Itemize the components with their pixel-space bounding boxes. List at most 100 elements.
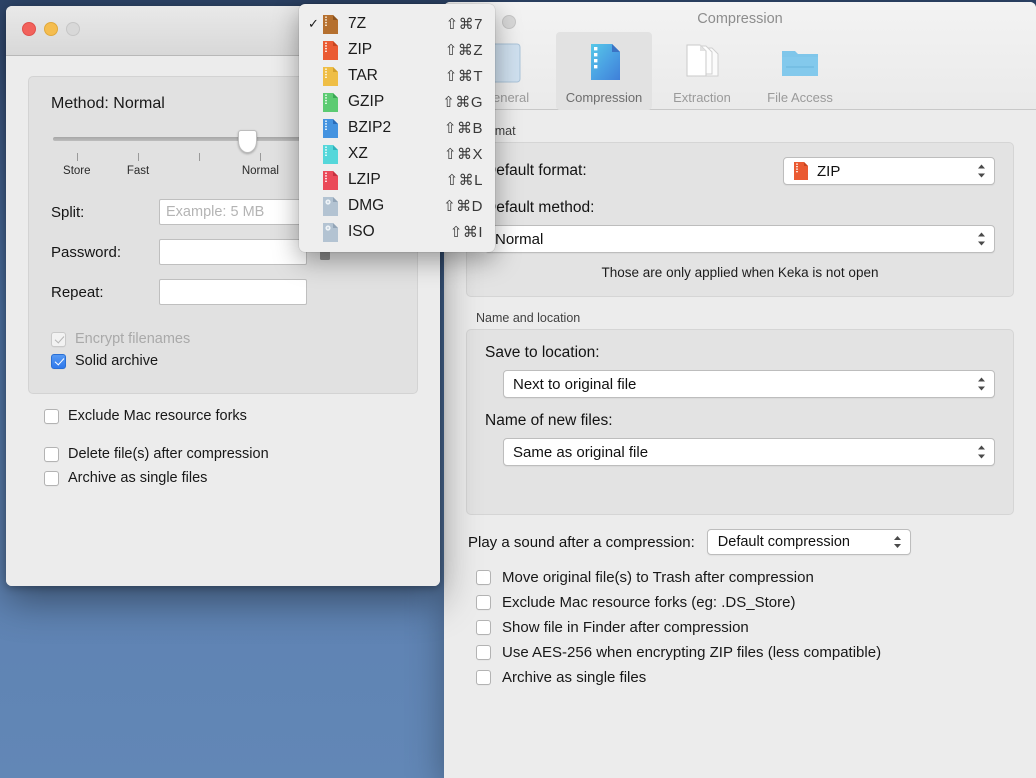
main-options-list: Exclude Mac resource forks Delete file(s… bbox=[28, 394, 418, 486]
option-delete-after-compression[interactable]: Delete file(s) after compression bbox=[44, 446, 404, 462]
menu-item-label: TAR bbox=[348, 67, 378, 84]
menu-item-7z[interactable]: ✓ 7Z ⇧⌘7 bbox=[299, 11, 495, 37]
menu-item-iso[interactable]: ISO ⇧⌘I bbox=[299, 219, 495, 245]
menu-item-shortcut: ⇧⌘X bbox=[443, 146, 483, 163]
sound-value: Default compression bbox=[717, 534, 850, 550]
option-exclude-resource-forks[interactable]: Exclude Mac resource forks (eg: .DS_Stor… bbox=[476, 594, 1014, 611]
password-input[interactable] bbox=[159, 239, 307, 265]
menu-item-label: BZIP2 bbox=[348, 119, 392, 136]
archive-tar-icon bbox=[323, 66, 338, 86]
option-encrypt-filenames: Encrypt filenames bbox=[51, 331, 395, 347]
menu-item-label: ZIP bbox=[348, 41, 373, 58]
default-method-popup[interactable]: Normal bbox=[485, 225, 995, 253]
preferences-titlebar: Compression General Compression Extracti… bbox=[444, 2, 1036, 110]
menu-item-tar[interactable]: TAR ⇧⌘T bbox=[299, 63, 495, 89]
checkbox[interactable] bbox=[476, 645, 491, 660]
menu-item-shortcut: ⇧⌘7 bbox=[445, 16, 483, 33]
archive-zip-icon bbox=[794, 162, 808, 180]
checkbox[interactable] bbox=[476, 670, 491, 685]
option-label: Exclude Mac resource forks (eg: .DS_Stor… bbox=[502, 594, 796, 611]
archive-gzip-icon bbox=[323, 92, 338, 112]
slider-knob[interactable] bbox=[237, 130, 257, 153]
option-label: Solid archive bbox=[75, 353, 159, 369]
sound-popup[interactable]: Default compression bbox=[706, 529, 911, 555]
option-archive-single-files[interactable]: Archive as single files bbox=[44, 470, 404, 486]
checkbox[interactable] bbox=[44, 470, 59, 486]
checkbox[interactable] bbox=[476, 570, 491, 585]
tab-extraction-label: Extraction bbox=[673, 90, 731, 105]
slider-label-fast: Fast bbox=[126, 165, 150, 177]
option-label: Archive as single files bbox=[68, 470, 208, 486]
save-location-popup[interactable]: Next to original file bbox=[503, 370, 995, 398]
archive-7z-icon bbox=[323, 14, 338, 34]
chevron-updown-icon bbox=[978, 377, 985, 391]
option-label: Move original file(s) to Trash after com… bbox=[502, 569, 814, 586]
name-location-group: Name and location Save to location: Next… bbox=[466, 311, 1014, 515]
menu-item-lzip[interactable]: LZIP ⇧⌘L bbox=[299, 167, 495, 193]
menu-item-dmg[interactable]: DMG ⇧⌘D bbox=[299, 193, 495, 219]
option-exclude-resource-forks[interactable]: Exclude Mac resource forks bbox=[44, 408, 404, 424]
option-label: Exclude Mac resource forks bbox=[68, 408, 247, 424]
menu-item-zip[interactable]: ZIP ⇧⌘Z bbox=[299, 37, 495, 63]
name-new-files-popup[interactable]: Same as original file bbox=[503, 438, 995, 466]
disk-iso-icon bbox=[323, 222, 338, 242]
checkbox bbox=[51, 331, 66, 347]
option-show-in-finder[interactable]: Show file in Finder after compression bbox=[476, 619, 1014, 636]
option-label: Delete file(s) after compression bbox=[68, 446, 269, 462]
tab-file-access[interactable]: File Access bbox=[752, 32, 848, 110]
default-format-label: Default format: bbox=[485, 162, 587, 179]
menu-item-label: LZIP bbox=[348, 171, 381, 188]
menu-item-shortcut: ⇧⌘B bbox=[443, 120, 483, 137]
close-button[interactable] bbox=[22, 22, 36, 36]
compression-icon bbox=[591, 44, 620, 80]
default-format-popup[interactable]: ZIP bbox=[783, 157, 995, 185]
window-controls bbox=[22, 22, 80, 36]
save-location-label: Save to location: bbox=[485, 344, 600, 361]
format-group-box: Default format: ZIP Default method: Norm… bbox=[466, 142, 1014, 297]
tab-extraction[interactable]: Extraction bbox=[654, 32, 750, 110]
menu-item-label: XZ bbox=[348, 145, 368, 162]
tab-compression-label: Compression bbox=[565, 90, 643, 105]
extraction-icon bbox=[686, 44, 719, 77]
repeat-input[interactable] bbox=[159, 279, 307, 305]
option-archive-single-files[interactable]: Archive as single files bbox=[476, 669, 1014, 686]
menu-item-shortcut: ⇧⌘D bbox=[443, 198, 483, 215]
checkbox[interactable] bbox=[44, 408, 59, 424]
check-icon: ✓ bbox=[308, 16, 319, 31]
option-use-aes-256[interactable]: Use AES-256 when encrypting ZIP files (l… bbox=[476, 644, 1014, 661]
menu-item-label: 7Z bbox=[348, 15, 367, 32]
menu-item-label: GZIP bbox=[348, 93, 385, 110]
format-group-title: Format bbox=[476, 124, 516, 138]
option-label: Encrypt filenames bbox=[75, 331, 191, 347]
menu-item-label: ISO bbox=[348, 223, 375, 240]
format-hint: Those are only applied when Keka is not … bbox=[601, 265, 879, 280]
zoom-button[interactable] bbox=[66, 22, 80, 36]
minimize-button[interactable] bbox=[44, 22, 58, 36]
checkbox[interactable] bbox=[51, 353, 66, 369]
checkbox[interactable] bbox=[476, 595, 491, 610]
tab-compression[interactable]: Compression bbox=[556, 32, 652, 110]
menu-item-xz[interactable]: XZ ⇧⌘X bbox=[299, 141, 495, 167]
menu-item-gzip[interactable]: GZIP ⇧⌘G bbox=[299, 89, 495, 115]
password-label: Password: bbox=[51, 243, 122, 261]
chevron-updown-icon bbox=[978, 445, 985, 459]
format-group: Format Default format: ZIP Default metho… bbox=[466, 124, 1014, 297]
menu-item-label: DMG bbox=[348, 197, 385, 214]
default-method-value: Normal bbox=[495, 230, 544, 248]
menu-item-shortcut: ⇧⌘I bbox=[449, 224, 483, 241]
checkbox[interactable] bbox=[44, 446, 59, 462]
option-solid-archive[interactable]: Solid archive bbox=[51, 353, 395, 369]
chevron-updown-icon bbox=[978, 164, 985, 178]
format-dropdown-menu[interactable]: ✓ 7Z ⇧⌘7 ZIP ⇧⌘Z TAR ⇧⌘T GZIP ⇧⌘G BZIP2 … bbox=[299, 4, 495, 252]
default-format-row: Default format: ZIP bbox=[485, 157, 995, 185]
compression-pane: Format Default format: ZIP Default metho… bbox=[444, 110, 1036, 778]
menu-item-shortcut: ⇧⌘L bbox=[445, 172, 483, 189]
menu-item-bzip2[interactable]: BZIP2 ⇧⌘B bbox=[299, 115, 495, 141]
preferences-toolbar: General Compression Extraction File Acce… bbox=[458, 32, 1022, 110]
checkbox[interactable] bbox=[476, 620, 491, 635]
chevron-updown-icon bbox=[978, 232, 985, 246]
option-move-to-trash[interactable]: Move original file(s) to Trash after com… bbox=[476, 569, 1014, 586]
menu-item-shortcut: ⇧⌘T bbox=[444, 68, 483, 85]
menu-item-shortcut: ⇧⌘G bbox=[442, 94, 483, 111]
compression-options-list: Move original file(s) to Trash after com… bbox=[466, 569, 1014, 686]
